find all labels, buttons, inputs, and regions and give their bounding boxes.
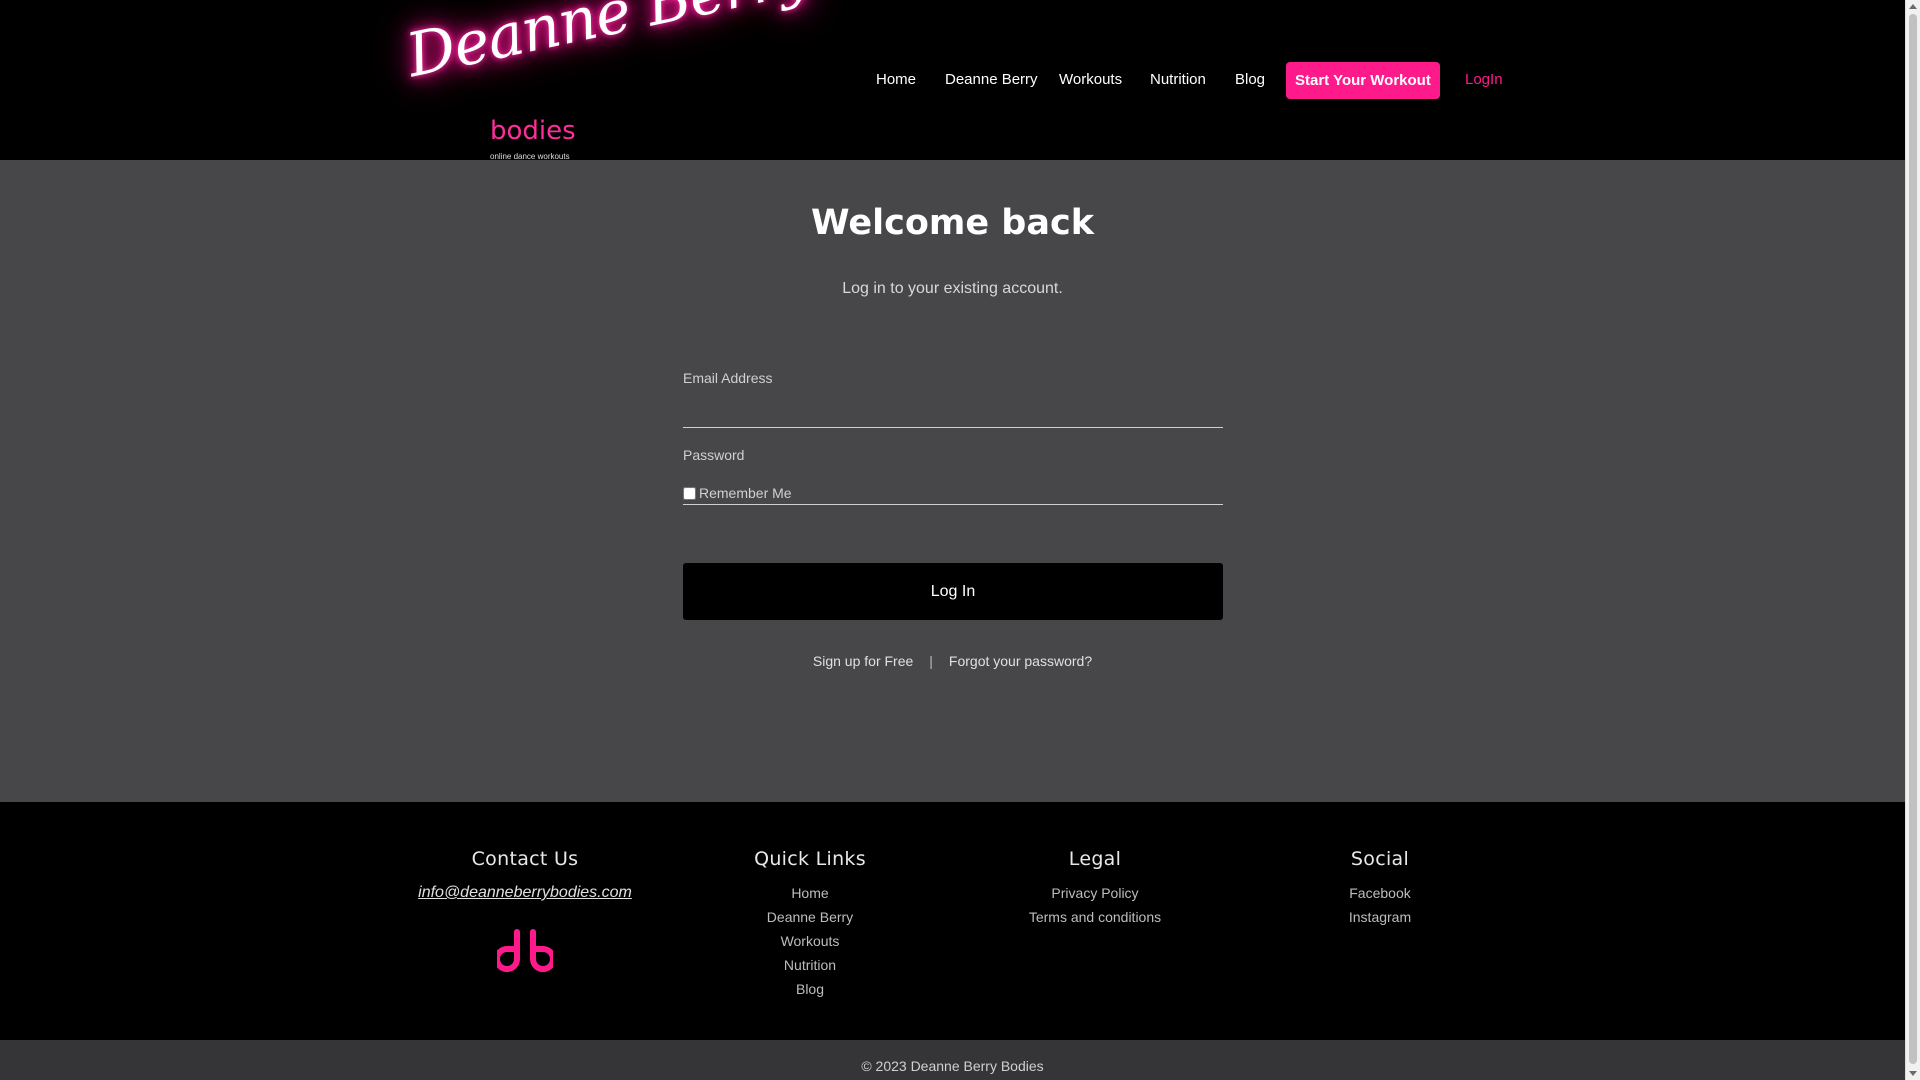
footer-quick-links: Quick Links Home Deanne Berry Workouts N… xyxy=(660,848,960,1001)
db-monogram-icon xyxy=(497,929,553,972)
footer-heading-contact: Contact Us xyxy=(471,848,579,870)
nav-item-nutrition[interactable]: Nutrition xyxy=(1150,62,1206,98)
footer-contact: Contact Us info@deanneberrybodies.com xyxy=(375,848,675,977)
nav-item-workouts[interactable]: Workouts xyxy=(1059,62,1122,98)
footer-heading-legal: Legal xyxy=(1068,848,1122,870)
footer-link-terms[interactable]: Terms and conditions xyxy=(945,905,1245,929)
logo-script-text: Deanne Berry xyxy=(400,0,817,92)
forgot-password-link[interactable]: Forgot your password? xyxy=(949,653,1092,669)
page-subtitle: Log in to your existing account. xyxy=(842,280,1063,297)
contact-email-link[interactable]: info@deanneberrybodies.com xyxy=(375,881,675,905)
page: Deanne Berry bodies online dance workout… xyxy=(0,0,1905,1080)
nav-item-blog[interactable]: Blog xyxy=(1235,62,1265,98)
footer-link-instagram[interactable]: Instagram xyxy=(1230,905,1530,929)
copyright-bar: © 2023 Deanne Berry Bodies xyxy=(0,1040,1905,1080)
nav-item-home[interactable]: Home xyxy=(876,62,916,98)
footer-link-privacy-policy[interactable]: Privacy Policy xyxy=(945,881,1245,905)
footer-link-blog[interactable]: Blog xyxy=(660,977,960,1001)
nav-item-deanne-berry[interactable]: Deanne Berry xyxy=(945,62,1038,98)
footer-link-home[interactable]: Home xyxy=(660,881,960,905)
email-input[interactable] xyxy=(683,392,1223,424)
signup-link[interactable]: Sign up for Free xyxy=(813,653,913,669)
copyright-text: © 2023 Deanne Berry Bodies xyxy=(861,1058,1044,1074)
footer-link-facebook[interactable]: Facebook xyxy=(1230,881,1530,905)
page-scrollbar[interactable] xyxy=(1905,0,1920,1080)
site-footer: Contact Us info@deanneberrybodies.com Qu… xyxy=(0,802,1905,1040)
scrollbar-thumb[interactable] xyxy=(1909,14,1917,1064)
page-title: Welcome back xyxy=(811,203,1094,243)
scroll-down-arrow-icon[interactable] xyxy=(1909,1071,1917,1076)
site-header: Deanne Berry bodies online dance workout… xyxy=(0,0,1905,161)
start-workout-button[interactable]: Start Your Workout xyxy=(1286,62,1440,99)
remember-me-checkbox[interactable] xyxy=(683,486,696,500)
link-separator: | xyxy=(929,653,933,669)
footer-link-deanne-berry[interactable]: Deanne Berry xyxy=(660,905,960,929)
email-field-group: Email Address xyxy=(683,370,1223,428)
footer-legal: Legal Privacy Policy Terms and condition… xyxy=(945,848,1245,929)
site-logo[interactable]: Deanne Berry bodies online dance workout… xyxy=(401,0,817,161)
footer-link-workouts[interactable]: Workouts xyxy=(660,929,960,953)
login-submit-button[interactable]: Log In xyxy=(683,563,1223,620)
footer-heading-social: Social xyxy=(1350,848,1410,870)
auth-links: Sign up for Free | Forgot your password? xyxy=(0,653,1905,669)
password-label: Password xyxy=(683,447,745,463)
remember-me-label: Remember Me xyxy=(699,485,792,501)
email-label: Email Address xyxy=(683,370,773,386)
nav-login-link[interactable]: LogIn xyxy=(1465,62,1503,98)
login-section: Welcome back Log in to your existing acc… xyxy=(0,160,1905,802)
footer-link-nutrition[interactable]: Nutrition xyxy=(660,953,960,977)
remember-me[interactable]: Remember Me xyxy=(683,485,792,501)
scroll-up-arrow-icon[interactable] xyxy=(1909,4,1917,9)
logo-sub-text: bodies xyxy=(490,116,576,146)
footer-heading-quick-links: Quick Links xyxy=(754,848,866,870)
footer-social: Social Facebook Instagram xyxy=(1230,848,1530,929)
